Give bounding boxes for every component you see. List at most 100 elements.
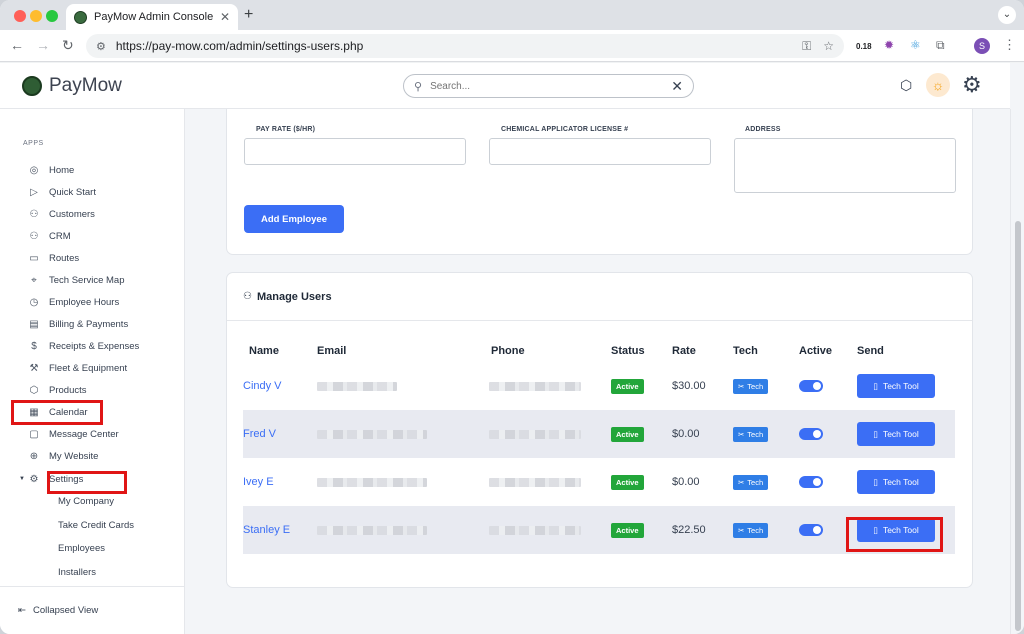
brand-logo[interactable]: PayMow	[22, 75, 122, 97]
browser-tab[interactable]: PayMow Admin Console ✕	[66, 4, 238, 30]
sidebar-item-icon: ⬡	[29, 384, 39, 396]
tools-icon: ✂	[738, 381, 745, 391]
sidebar-item-icon: ⚒	[29, 362, 39, 374]
phone-icon: ▯	[873, 428, 878, 439]
back-icon[interactable]: ←	[10, 37, 24, 53]
sidebar-item-message-center[interactable]: ▢ Message Center	[28, 423, 178, 445]
react-devtools-icon[interactable]: ⚛	[910, 38, 921, 52]
user-name-link[interactable]: Fred V	[243, 428, 276, 440]
browser-menu-icon[interactable]: ⋮	[1003, 37, 1016, 53]
sidebar-item-billing-payments[interactable]: ▤ Billing & Payments	[28, 313, 178, 335]
sidebar-item-icon: ⚇	[29, 230, 39, 242]
tab-search-icon[interactable]: ⌄	[998, 6, 1016, 24]
search-icon: ⚲	[414, 80, 423, 93]
user-name-link[interactable]: Cindy V	[243, 380, 282, 392]
extension-icon[interactable]: ✹	[884, 38, 894, 52]
tech-tool-button[interactable]: ▯ Tech Tool	[857, 470, 935, 494]
rate-value: $30.00	[672, 380, 706, 392]
profile-avatar[interactable]: S	[974, 38, 990, 54]
sidebar-item-quick-start[interactable]: ▷ Quick Start	[28, 181, 178, 203]
collapsed-view-button[interactable]: ⇤ Collapsed View	[18, 605, 98, 616]
sidebar-item-label: Products	[49, 384, 87, 396]
sidebar-item-icon: ⊕	[29, 450, 39, 462]
scroll-thumb[interactable]	[1015, 221, 1021, 631]
sidebar-item-tech-service-map[interactable]: ⌖ Tech Service Map	[28, 269, 178, 291]
status-badge: Active	[611, 474, 644, 490]
maximize-window-button[interactable]	[46, 10, 58, 22]
sidebar-item-fleet-equipment[interactable]: ⚒ Fleet & Equipment	[28, 357, 178, 379]
tech-tool-label: Tech Tool	[882, 477, 919, 487]
address-bar[interactable]: ⚙ https://pay-mow.com/admin/settings-use…	[86, 34, 844, 58]
settings-sub-installers[interactable]: Installers	[28, 561, 178, 585]
key-icon[interactable]: ⚿	[802, 39, 811, 54]
tech-tool-button[interactable]: ▯ Tech Tool	[857, 374, 935, 398]
bookmark-star-icon[interactable]: ☆	[823, 39, 834, 53]
sidebar-item-employee-hours[interactable]: ◷ Employee Hours	[28, 291, 178, 313]
new-tab-icon[interactable]: +	[244, 6, 253, 24]
rate-value: $22.50	[672, 524, 706, 536]
highlight-settings	[11, 400, 103, 425]
table-row: Fred V Active $0.00 ✂ Tech ▯ Tech Tool	[243, 410, 955, 458]
settings-sub-employees[interactable]: Employees	[28, 537, 178, 561]
manage-users-title: Manage Users	[256, 290, 332, 303]
collapsed-view-label: Collapsed View	[32, 605, 99, 616]
rate-value: $0.00	[672, 476, 700, 488]
license-input[interactable]	[489, 138, 711, 165]
sidebar-item-label: Quick Start	[49, 186, 96, 198]
reload-icon[interactable]: ↻	[62, 37, 74, 54]
sidebar-item-icon: ▤	[29, 318, 39, 330]
tech-badge[interactable]: ✂ Tech	[733, 474, 769, 490]
tech-badge[interactable]: ✂ Tech	[733, 426, 769, 442]
collapse-arrow-icon: ⇤	[18, 605, 26, 616]
tech-badge[interactable]: ✂ Tech	[733, 378, 769, 394]
tech-tool-label: Tech Tool	[882, 429, 919, 439]
logo-icon	[22, 76, 42, 96]
sidebar-item-crm[interactable]: ⚇ CRM	[28, 225, 178, 247]
sidebar-item-icon: ▭	[29, 252, 39, 264]
add-employee-button[interactable]: Add Employee	[244, 205, 344, 233]
settings-sub-take-credit-cards[interactable]: Take Credit Cards	[28, 514, 178, 538]
sidebar-item-label: CRM	[49, 230, 71, 242]
extensions-puzzle-icon[interactable]: ⧉	[936, 38, 945, 53]
active-toggle[interactable]	[799, 428, 823, 440]
address-textarea[interactable]	[734, 138, 956, 193]
sidebar-item-label: Fleet & Equipment	[49, 362, 128, 374]
tech-badge[interactable]: ✂ Tech	[733, 522, 769, 538]
sidebar-item-label: Billing & Payments	[49, 318, 129, 330]
search-input[interactable]	[430, 80, 672, 92]
sidebar-item-label: My Website	[49, 450, 99, 462]
users-icon: ⚇	[243, 291, 252, 302]
address-label: ADDRESS	[745, 126, 781, 133]
settings-gear-icon[interactable]: ⚙	[962, 72, 982, 98]
sidebar-item-routes[interactable]: ▭ Routes	[28, 247, 178, 269]
theme-sun-icon[interactable]: ☼	[926, 73, 950, 97]
active-toggle[interactable]	[799, 380, 823, 392]
user-name-link[interactable]: Ivey E	[243, 476, 274, 488]
sidebar-item-home[interactable]: ◎ Home	[28, 159, 178, 181]
performance-extension-icon[interactable]: 0.18	[856, 42, 872, 51]
active-toggle[interactable]	[799, 524, 823, 536]
sidebar-item-my-website[interactable]: ⊕ My Website	[28, 445, 178, 467]
sidebar-item-customers[interactable]: ⚇ Customers	[28, 203, 178, 225]
clear-search-icon[interactable]: ✕	[671, 78, 683, 95]
forward-icon[interactable]: →	[36, 37, 50, 53]
minimize-window-button[interactable]	[30, 10, 42, 22]
sidebar-item-products[interactable]: ⬡ Products	[28, 379, 178, 401]
sidebar-item-receipts-expenses[interactable]: $ Receipts & Expenses	[28, 335, 178, 357]
sidebar-item-label: Tech Service Map	[49, 274, 125, 286]
close-window-button[interactable]	[14, 10, 26, 22]
user-name-link[interactable]: Stanley E	[243, 524, 290, 536]
site-info-icon[interactable]: ⚙	[96, 40, 106, 53]
tech-tool-button[interactable]: ▯ Tech Tool	[857, 422, 935, 446]
active-toggle[interactable]	[799, 476, 823, 488]
page-scrollbar[interactable]	[1010, 109, 1024, 634]
pay-rate-input[interactable]	[244, 138, 466, 165]
cube-icon[interactable]: ⬡	[900, 77, 912, 94]
tech-badge-label: Tech	[747, 477, 764, 487]
browser-window: PayMow Admin Console ✕ + ⌄ ← → ↻ ⚙ https…	[0, 0, 1024, 634]
tab-close-icon[interactable]: ✕	[220, 10, 230, 24]
sidebar-section-label: APPS	[23, 140, 44, 147]
tools-icon: ✂	[738, 477, 745, 487]
email-redacted	[317, 381, 397, 391]
email-redacted	[317, 477, 427, 487]
